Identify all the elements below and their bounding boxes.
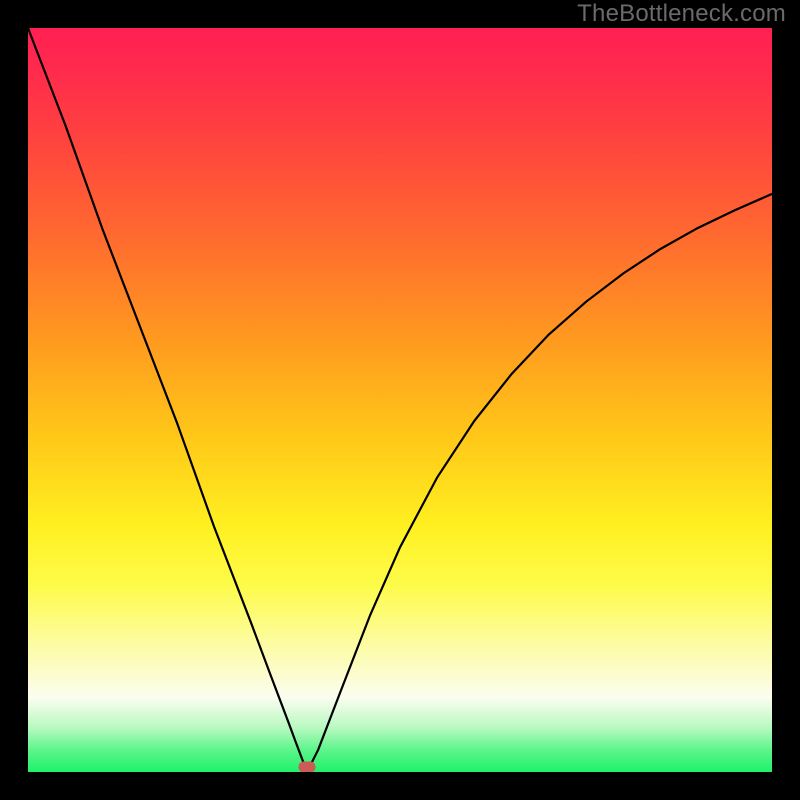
bottleneck-curve <box>28 28 772 772</box>
plot-area <box>28 28 772 772</box>
chart-container: TheBottleneck.com <box>0 0 800 800</box>
watermark-text: TheBottleneck.com <box>577 0 786 28</box>
curve-path <box>28 28 772 772</box>
minimum-marker-icon <box>299 762 316 773</box>
